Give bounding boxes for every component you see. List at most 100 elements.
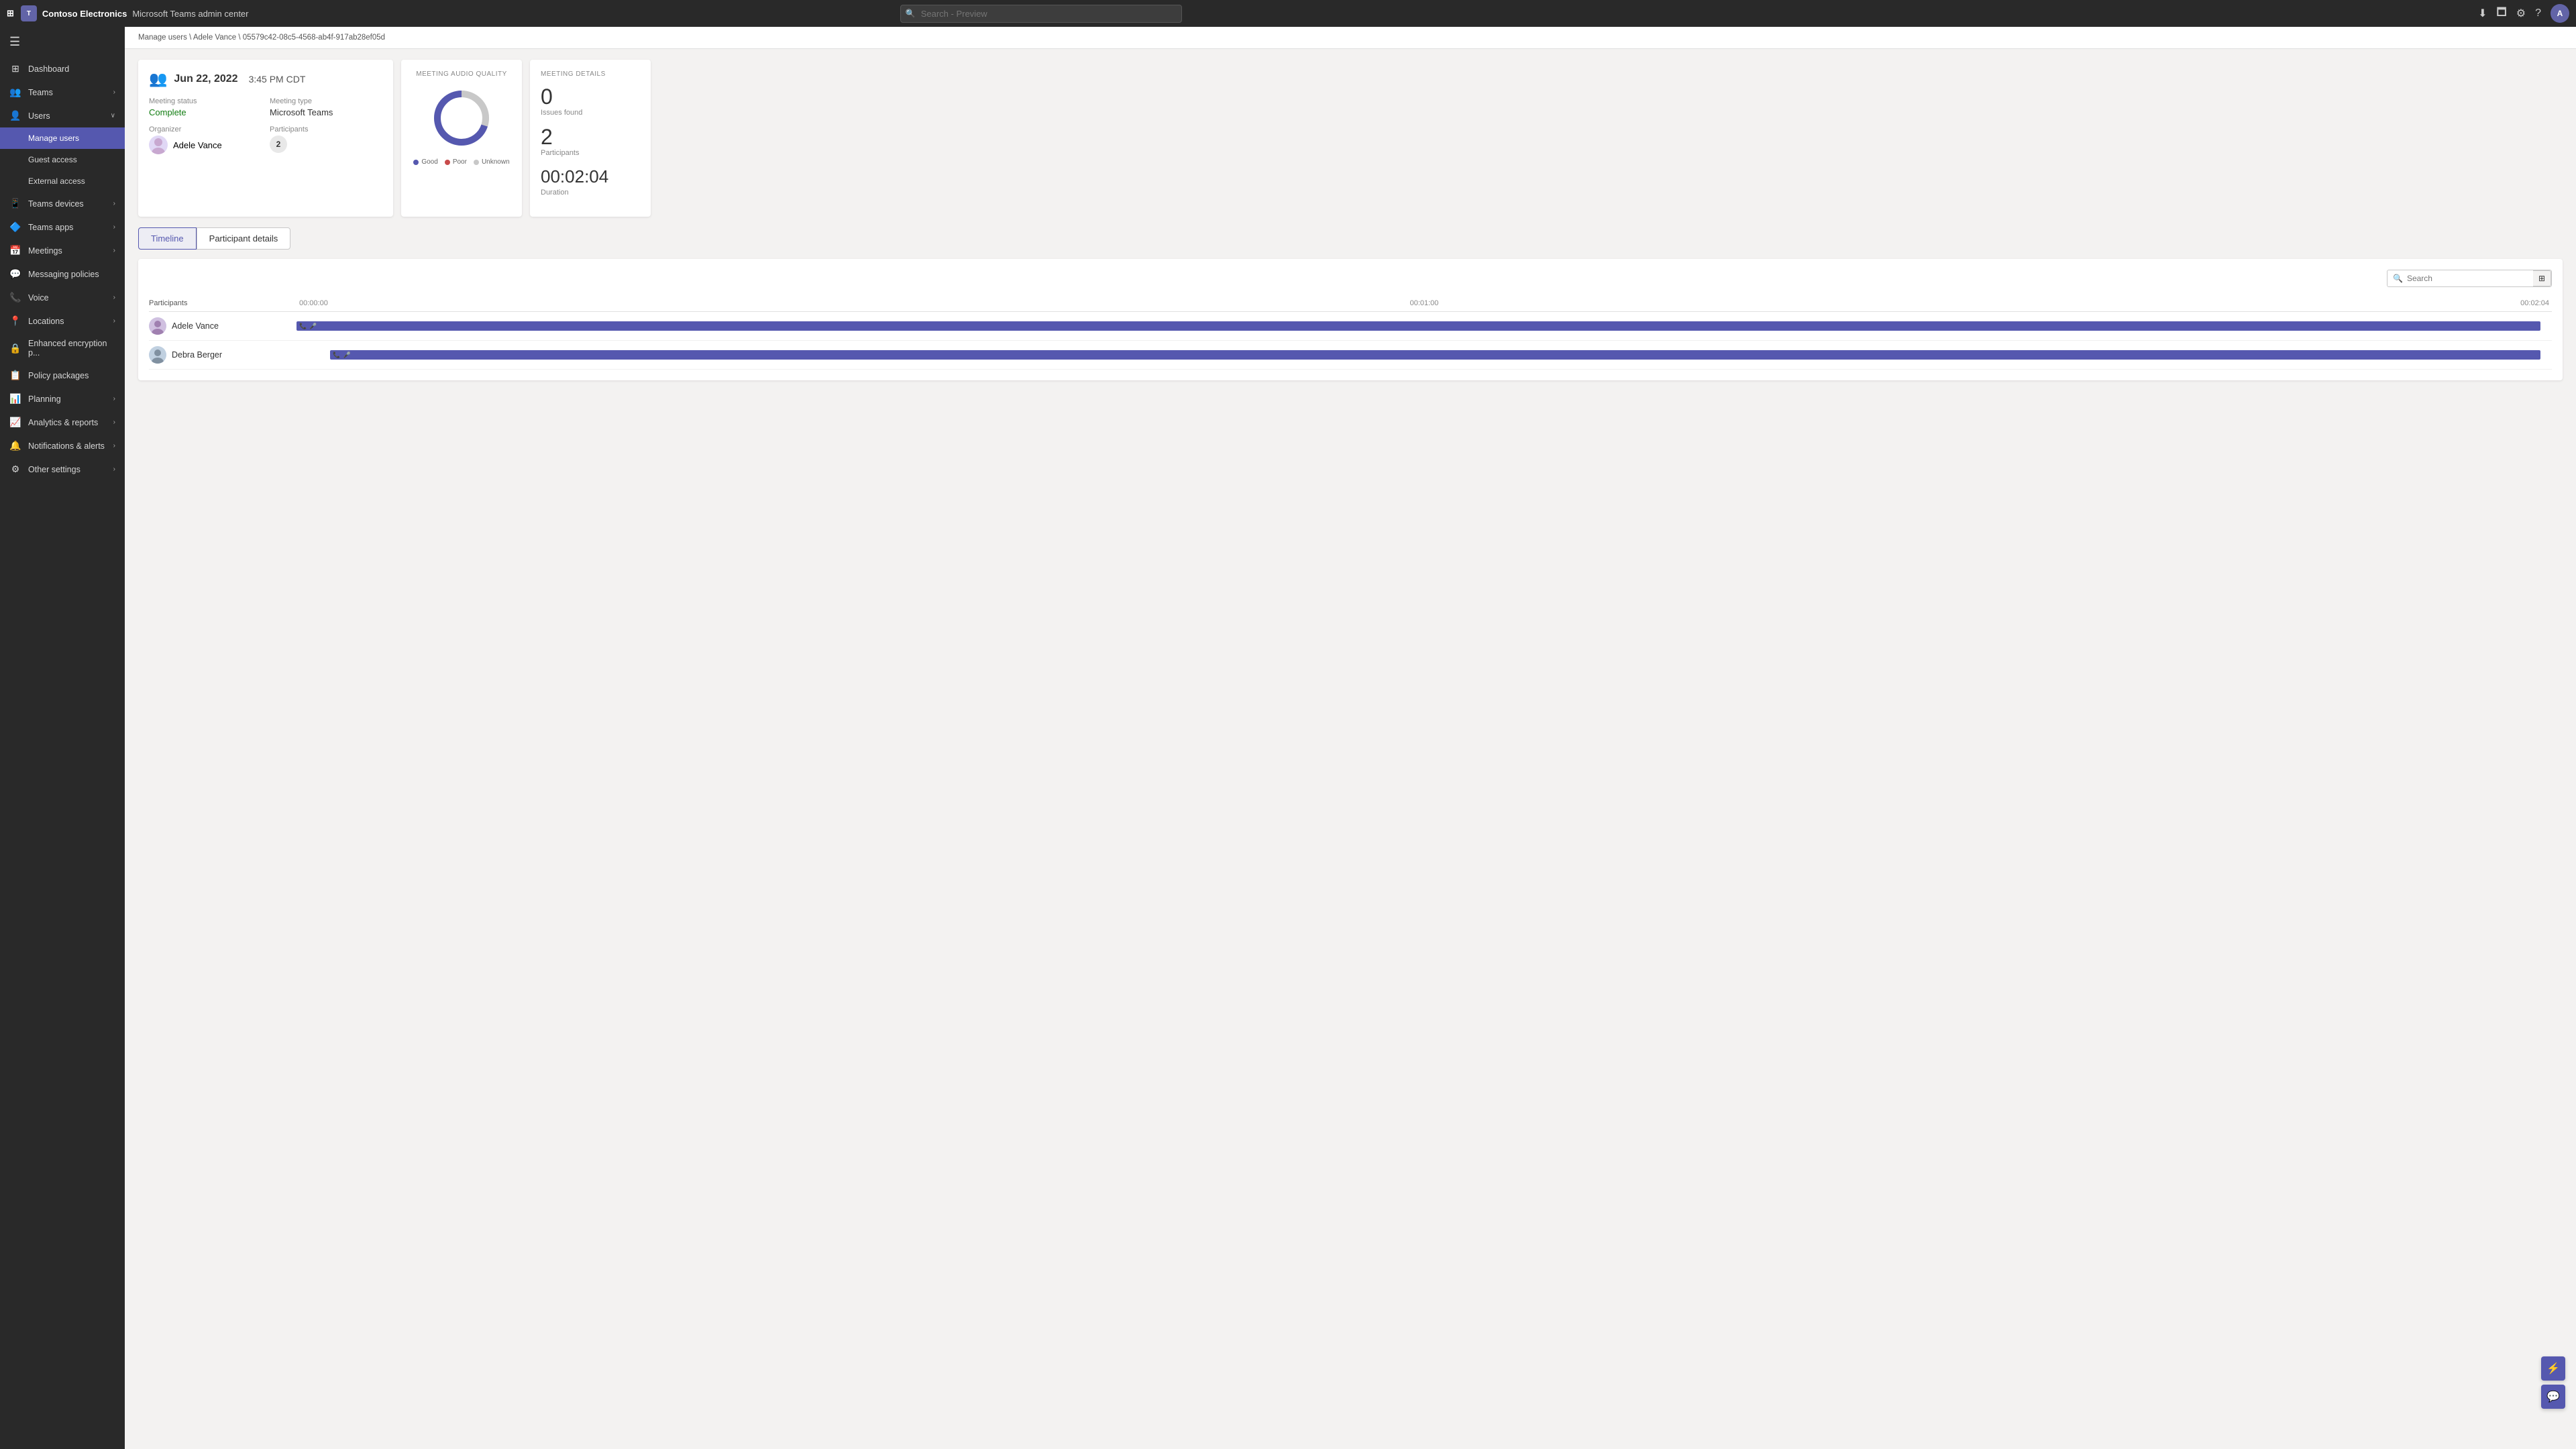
chevron-icon: ∨ (111, 112, 115, 119)
sidebar: ☰ ⊞ Dashboard 👥 Teams › 👤 Users ∨ Manage… (0, 27, 125, 1449)
policy-icon: 📋 (9, 370, 21, 381)
apps-icon: 🔷 (9, 221, 21, 233)
timeline-table: Participants 00:00:00 00:01:00 00:02:04 (149, 295, 2552, 370)
participants-field: Participants 2 (270, 125, 382, 154)
sidebar-item-teams[interactable]: 👥 Teams › (0, 80, 125, 104)
participant-avatar (149, 346, 166, 364)
sidebar-item-label: Messaging policies (28, 270, 115, 279)
download-icon[interactable]: ⬇ (2478, 7, 2487, 20)
timeline-search-input[interactable] (2407, 274, 2528, 283)
tab-participant-details[interactable]: Participant details (197, 227, 291, 250)
meeting-details-card: MEETING DETAILS 0 Issues found 2 Partici… (530, 60, 651, 217)
search-bar[interactable]: 🔍 (900, 5, 1182, 23)
bar-mic-icon: 🎤 (309, 323, 317, 330)
duration-label: Duration (541, 189, 640, 197)
bar-phone-icon: 📞 (333, 352, 340, 359)
other-settings-icon: ⚙ (9, 464, 21, 475)
unknown-label: Unknown (482, 158, 510, 166)
audio-quality-card: MEETING AUDIO QUALITY (401, 60, 522, 217)
timeline-bar-debra: 📞 🎤 (297, 347, 2552, 362)
organizer-row: Adele Vance (149, 136, 262, 154)
meeting-date: Jun 22, 2022 (174, 73, 237, 85)
sidebar-item-manage-users[interactable]: Manage users (0, 127, 125, 149)
chevron-icon: › (113, 200, 115, 207)
teams-logo-icon: T (21, 5, 37, 21)
sidebar-item-planning[interactable]: 📊 Planning › (0, 387, 125, 411)
waffle-icon[interactable]: ⊞ (7, 8, 14, 19)
notifications-icon: 🔔 (9, 440, 21, 451)
participant-avatar (149, 317, 166, 335)
timeline-search-row: 🔍 ⊞ (149, 270, 2552, 287)
topbar-actions: ⬇ 🗖 ⚙ ? A (2478, 4, 2569, 23)
sidebar-item-policy-packages[interactable]: 📋 Policy packages (0, 364, 125, 387)
sidebar-item-voice[interactable]: 📞 Voice › (0, 286, 125, 309)
search-input[interactable] (900, 5, 1182, 23)
organizer-field: Organizer Adele Vance (149, 125, 262, 154)
participants-header: Participants (149, 299, 297, 307)
sidebar-item-label: Meetings (28, 246, 107, 256)
poor-label: Poor (453, 158, 467, 166)
users-submenu: Manage users Guest access External acces… (0, 127, 125, 192)
avatar-svg (149, 346, 166, 364)
hamburger-button[interactable]: ☰ (0, 27, 125, 57)
float-button-quick[interactable]: ⚡ (2541, 1356, 2565, 1381)
topbar: ⊞ T Contoso Electronics Microsoft Teams … (0, 0, 2576, 27)
avatar-icon (149, 136, 168, 154)
chevron-icon: › (113, 223, 115, 231)
sidebar-item-label: Other settings (28, 465, 107, 474)
sidebar-item-encryption[interactable]: 🔒 Enhanced encryption p... (0, 333, 125, 364)
sidebar-item-guest-access[interactable]: Guest access (0, 149, 125, 170)
timeline-search-icon: 🔍 (2393, 274, 2403, 283)
settings-icon[interactable]: ⚙ (2516, 7, 2526, 20)
participant-name: Debra Berger (172, 350, 222, 360)
dashboard-icon: ⊞ (9, 63, 21, 74)
sidebar-item-meetings[interactable]: 📅 Meetings › (0, 239, 125, 262)
legend-unknown: Unknown (474, 158, 510, 166)
status-value: Complete (149, 107, 262, 117)
sidebar-item-users[interactable]: 👤 Users ∨ (0, 104, 125, 127)
donut-svg (428, 85, 495, 152)
sidebar-item-external-access[interactable]: External access (0, 170, 125, 192)
window-icon[interactable]: 🗖 (2497, 5, 2507, 23)
timeline-filter-button[interactable]: ⊞ (2533, 270, 2551, 286)
audio-quality-title: MEETING AUDIO QUALITY (412, 70, 511, 78)
type-value: Microsoft Teams (270, 107, 382, 117)
sidebar-item-notifications[interactable]: 🔔 Notifications & alerts › (0, 434, 125, 458)
cards-row: 👥 Jun 22, 2022 3:45 PM CDT Meeting statu… (138, 60, 2563, 217)
chevron-icon: › (113, 442, 115, 449)
timeline-bar: 📞 🎤 (297, 321, 2540, 331)
sidebar-item-locations[interactable]: 📍 Locations › (0, 309, 125, 333)
chevron-icon: › (113, 466, 115, 473)
company-name: Contoso Electronics (42, 9, 127, 19)
float-button-chat[interactable]: 💬 (2541, 1385, 2565, 1409)
details-title: MEETING DETAILS (541, 70, 640, 78)
users-icon: 👤 (9, 110, 21, 121)
legend-good: Good (413, 158, 437, 166)
unknown-dot (474, 160, 479, 165)
help-icon[interactable]: ? (2535, 7, 2541, 19)
sidebar-item-dashboard[interactable]: ⊞ Dashboard (0, 57, 125, 80)
sidebar-item-teams-apps[interactable]: 🔷 Teams apps › (0, 215, 125, 239)
float-buttons: ⚡ 💬 (2541, 1356, 2565, 1409)
audio-legend: Good Poor Unknown (412, 158, 511, 166)
sidebar-item-other-settings[interactable]: ⚙ Other settings › (0, 458, 125, 481)
sidebar-item-label: Dashboard (28, 64, 115, 74)
teams-icon: 👥 (9, 87, 21, 98)
participant-adele: Adele Vance (149, 317, 297, 335)
locations-icon: 📍 (9, 315, 21, 327)
app-title: Microsoft Teams admin center (132, 9, 248, 19)
main-layout: ☰ ⊞ Dashboard 👥 Teams › 👤 Users ∨ Manage… (0, 27, 2576, 1449)
participants-count: 2 (541, 126, 640, 148)
sidebar-item-label: Policy packages (28, 371, 115, 380)
chevron-icon: › (113, 247, 115, 254)
meeting-status-field: Meeting status Complete (149, 97, 262, 117)
sidebar-item-messaging[interactable]: 💬 Messaging policies (0, 262, 125, 286)
timeline-bar-adele: 📞 🎤 (297, 319, 2552, 333)
user-avatar[interactable]: A (2551, 4, 2569, 23)
chevron-icon: › (113, 395, 115, 402)
meetings-icon: 📅 (9, 245, 21, 256)
content-area: Manage users \ Adele Vance \ 05579c42-08… (125, 27, 2576, 1449)
sidebar-item-analytics[interactable]: 📈 Analytics & reports › (0, 411, 125, 434)
tab-timeline[interactable]: Timeline (138, 227, 197, 250)
sidebar-item-teams-devices[interactable]: 📱 Teams devices › (0, 192, 125, 215)
